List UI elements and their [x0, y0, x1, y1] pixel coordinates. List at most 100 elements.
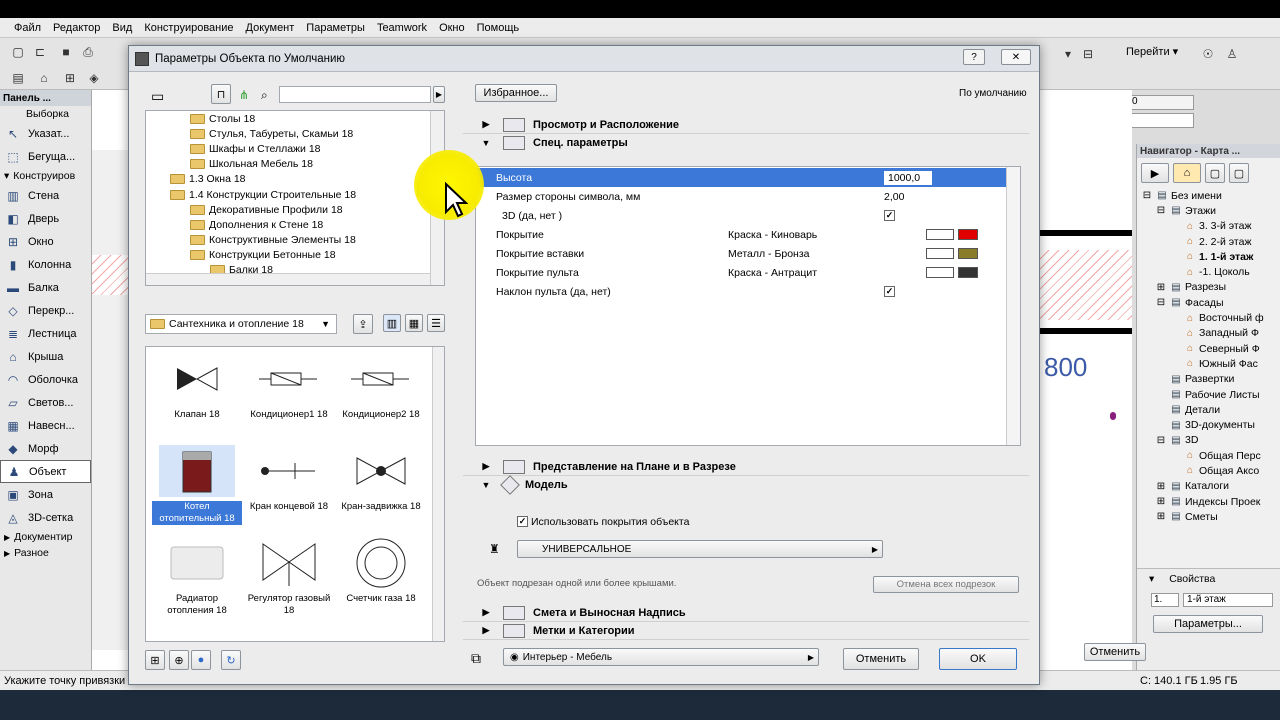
save-icon[interactable]: ■ — [58, 44, 74, 60]
navigator-tree-item[interactable]: ▤ 3D-документы — [1141, 417, 1280, 432]
open-file-icon[interactable]: ⊏ — [32, 44, 48, 60]
expand-icon[interactable] — [1155, 405, 1167, 415]
navigator-tree-item[interactable]: ⌂ 1. 1-й этаж — [1141, 249, 1280, 264]
library-tree-item[interactable]: Конструктивные Элементы 18 — [146, 233, 444, 248]
expand-icon[interactable] — [1169, 313, 1181, 323]
globe-icon[interactable]: ● — [191, 650, 211, 670]
tool-marquee[interactable]: ⬚ Бегуща... — [0, 145, 91, 168]
tool-column[interactable]: ▮ Колонна — [0, 253, 91, 276]
properties-header[interactable]: ▾ Свойства — [1149, 573, 1215, 585]
expand-icon[interactable]: ⊟ — [1141, 190, 1153, 201]
tree-icon[interactable]: ⋔ — [239, 88, 249, 102]
tool-shell[interactable]: ◠ Оболочка — [0, 368, 91, 391]
param-row[interactable]: Размер стороны символа, мм 2,00 — [476, 187, 1006, 206]
expand-icon[interactable] — [1169, 237, 1181, 247]
section-view-placement[interactable]: ▶ Просмотр и Расположение — [463, 116, 1029, 134]
library-object[interactable]: Счетчик газа 18 — [336, 531, 426, 621]
expand-icon[interactable] — [1169, 344, 1181, 354]
search-arrow-icon[interactable]: ▶ — [433, 86, 445, 103]
navigator-tree-item[interactable]: ⊟ ▤ Этажи — [1141, 203, 1280, 218]
expand-icon[interactable]: ⊟ — [1155, 297, 1167, 308]
tool-wall[interactable]: ▥ Стена — [0, 184, 91, 207]
expand-icon[interactable] — [1169, 267, 1181, 277]
param-checkbox[interactable]: ✓ — [884, 286, 895, 297]
panel-section-1[interactable]: ▶ Разное — [0, 545, 91, 561]
navigator-tree-item[interactable]: ▤ Рабочие Листы — [1141, 387, 1280, 402]
menu-item[interactable]: Параметры — [300, 22, 371, 34]
tool-skylight[interactable]: ▱ Светов... — [0, 391, 91, 414]
library-tree-item[interactable]: Конструкции Бетонные 18 — [146, 248, 444, 263]
library-search-input[interactable] — [279, 86, 431, 103]
folder-up-icon[interactable]: ⇪ — [353, 314, 373, 334]
expand-icon[interactable] — [1155, 374, 1167, 384]
surface-preview-swatch[interactable] — [926, 229, 954, 240]
library-view-icon[interactable]: ▭ — [151, 88, 164, 105]
section-icon[interactable]: ⊞ — [62, 70, 78, 86]
favorites-button[interactable]: Избранное... — [475, 84, 557, 102]
library-add-icon[interactable]: ⊕ — [169, 650, 189, 670]
expand-icon[interactable]: ⊞ — [1155, 496, 1167, 507]
expand-icon[interactable]: ⊞ — [1155, 282, 1167, 293]
param-row[interactable]: Наклон пульта (да, нет) ✓ — [476, 282, 1006, 301]
library-tree-item[interactable]: Стулья, Табуреты, Скамьи 18 — [146, 126, 444, 141]
param-row[interactable]: Покрытие Краска - Киноварь — [476, 225, 1006, 244]
properties-index[interactable]: 1. — [1151, 593, 1179, 607]
navigator-tree-item[interactable]: ⊟ ▤ 3D — [1141, 433, 1280, 448]
design-section-header[interactable]: ▾ Конструиров — [0, 168, 91, 184]
tool-object[interactable]: ♟ Объект — [0, 460, 91, 483]
navigator-tree-item[interactable]: ⊟ ▤ Без имени — [1141, 188, 1280, 203]
library-tree-hscroll[interactable] — [146, 273, 430, 285]
help-icon[interactable]: ? — [963, 49, 985, 65]
expand-icon[interactable]: ⊟ — [1155, 205, 1167, 216]
navigator-tree-item[interactable]: ⊞ ▤ Разрезы — [1141, 280, 1280, 295]
tool-curtainwall[interactable]: ▦ Навесн... — [0, 414, 91, 437]
surface-color-swatch[interactable] — [958, 229, 978, 240]
library-object[interactable]: Клапан 18 — [152, 347, 242, 437]
library-object[interactable]: Радиатор отопления 18 — [152, 531, 242, 621]
navigator-tree-item[interactable]: ⊟ ▤ Фасады — [1141, 295, 1280, 310]
param-row[interactable]: Высота 1000,0 — [476, 168, 1006, 187]
library-object[interactable]: Кран концевой 18 — [244, 439, 334, 529]
navigator-tree-item[interactable]: ⊞ ▤ Сметы — [1141, 509, 1280, 524]
library-object[interactable]: Регулятор газовый 18 — [244, 531, 334, 621]
project-map-button[interactable]: ▶ — [1141, 163, 1169, 183]
navigator-tree-item[interactable]: ⌂ 2. 2-й этаж — [1141, 234, 1280, 249]
close-icon[interactable]: ✕ — [1001, 49, 1031, 65]
params-vscroll[interactable] — [1006, 167, 1020, 445]
expand-icon[interactable] — [1169, 359, 1181, 369]
person-icon[interactable]: ♙ — [1224, 46, 1240, 62]
navigator-tree-item[interactable]: ⌂ Восточный ф — [1141, 310, 1280, 325]
surface-preview-swatch[interactable] — [926, 267, 954, 278]
library-object[interactable]: Кондиционер1 18 — [244, 347, 334, 437]
expand-icon[interactable] — [1169, 451, 1181, 461]
search-icon[interactable]: ⌕ — [261, 88, 268, 103]
layout-icon[interactable]: ▤ — [10, 70, 26, 86]
library-tree-item[interactable]: 1.3 Окна 18 — [146, 172, 444, 187]
view-map-button[interactable]: ⌂ — [1173, 163, 1201, 183]
folder-select[interactable]: Сантехника и отопление 18 ▼ — [145, 314, 337, 334]
param-row[interactable]: Покрытие вставки Металл - Бронза — [476, 244, 1006, 263]
navigator-tree-item[interactable]: ▤ Развертки — [1141, 372, 1280, 387]
navigator-cancel-button[interactable]: Отменить — [1084, 643, 1146, 661]
tool-roof[interactable]: ⌂ Крыша — [0, 345, 91, 368]
navigator-tree-item[interactable]: ⊞ ▤ Каталоги — [1141, 479, 1280, 494]
expand-icon[interactable] — [1155, 390, 1167, 400]
surface-preview-swatch[interactable] — [926, 248, 954, 259]
navigator-tree-item[interactable]: ⌂ -1. Цоколь — [1141, 264, 1280, 279]
param-row[interactable]: 3D (да, нет ) ✓ — [476, 206, 1006, 225]
library-tree-item[interactable]: 1.4 Конструкции Строительные 18 — [146, 187, 444, 202]
menu-item[interactable]: Редактор — [47, 22, 106, 34]
navigator-tree-item[interactable]: ⌂ Общая Аксо — [1141, 463, 1280, 478]
dropdown-icon[interactable]: ▾ — [1060, 46, 1076, 62]
properties-value[interactable]: 1-й этаж — [1183, 593, 1273, 607]
walk-icon[interactable]: ☉ — [1200, 46, 1216, 62]
list-view-icon[interactable]: ☰ — [427, 314, 445, 332]
menu-item[interactable]: Вид — [106, 22, 138, 34]
tool-arrow[interactable]: ↖ Указат... — [0, 122, 91, 145]
navigator-tree-item[interactable]: ⌂ Северный Ф — [1141, 341, 1280, 356]
library-tree-item[interactable]: Дополнения к Стене 18 — [146, 217, 444, 232]
grid-vscroll[interactable] — [432, 347, 444, 641]
library-tree-item[interactable]: Шкафы и Стеллажи 18 — [146, 141, 444, 156]
param-checkbox[interactable]: ✓ — [884, 210, 895, 221]
section-plan-section[interactable]: ▶ Представление на Плане и в Разрезе — [463, 458, 1029, 476]
